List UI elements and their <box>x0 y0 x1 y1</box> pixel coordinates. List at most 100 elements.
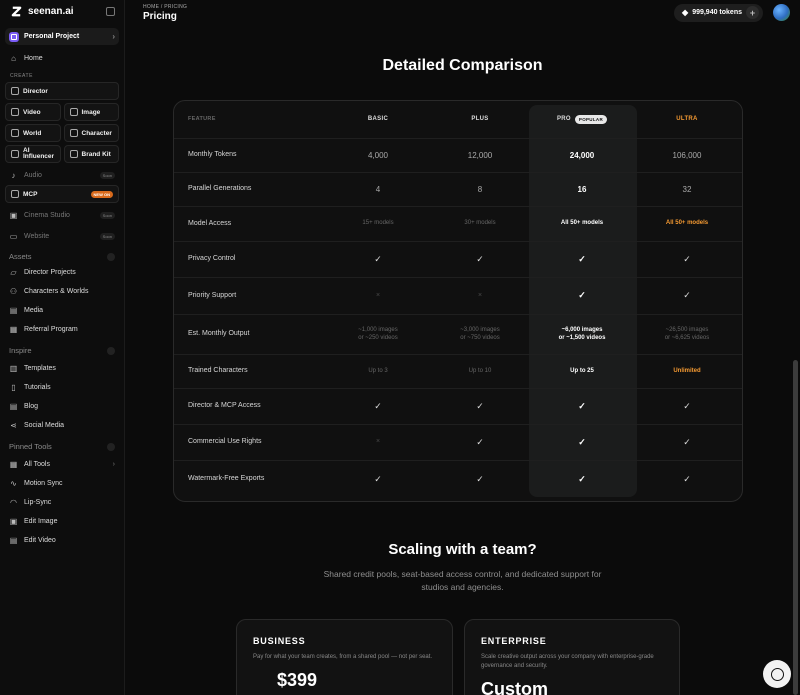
table-row: Watermark-Free Exports ✓ ✓ ✓ ✓ <box>174 461 742 498</box>
world-tile[interactable]: World <box>5 124 61 142</box>
sidebar-item-templates[interactable]: ▥ Templates <box>5 360 119 377</box>
table-row: Est. Monthly Output ~1,000 images or ~250… <box>174 315 742 355</box>
sidebar-item-characters-worlds[interactable]: ⚇ Characters & Worlds <box>5 283 119 300</box>
breadcrumb[interactable]: HOME / PRICING <box>143 4 187 10</box>
check-icon: ✓ <box>683 473 691 484</box>
brand-kit-tile[interactable]: Brand Kit <box>63 145 119 163</box>
plus-value: ~3,000 images or ~750 videos <box>430 315 530 354</box>
blog-icon: ▤ <box>9 402 18 411</box>
output-videos: or ~6,625 videos <box>664 334 710 341</box>
ai-influencer-tile[interactable]: AI Influencer <box>5 145 61 163</box>
plus-value: Up to 10 <box>468 367 492 374</box>
table-row: Privacy Control ✓ ✓ ✓ ✓ <box>174 242 742 278</box>
header-pro: PRO POPULAR <box>530 101 634 138</box>
sidebar-item-media[interactable]: ▤ Media <box>5 302 119 319</box>
sidebar-item-edit-image[interactable]: ▣ Edit Image <box>5 513 119 530</box>
sidebar-item-label: Edit Image <box>24 518 58 525</box>
feature-label: Watermark-Free Exports <box>188 475 265 483</box>
inspire-section[interactable]: Inspire <box>5 343 119 358</box>
cinema-icon: ▣ <box>9 211 18 220</box>
mcp-button[interactable]: MCP NEW ON <box>5 185 119 203</box>
page-heading: HOME / PRICING Pricing <box>143 4 187 22</box>
sidebar-item-label: Tutorials <box>24 384 51 391</box>
output-images: ~1,000 images <box>358 327 398 333</box>
collapse-sidebar-icon[interactable] <box>106 6 115 16</box>
business-card[interactable]: BUSINESS Pay for what your team creates,… <box>236 619 453 695</box>
users-icon: ⚇ <box>9 287 18 296</box>
character-tile[interactable]: Character <box>63 124 119 142</box>
token-balance[interactable]: ◆ 999,940 tokens + <box>674 3 763 22</box>
sidebar-item-label: Media <box>24 307 44 314</box>
app-root: seenan.ai Personal Project › ⌂ Home CREA… <box>0 0 800 695</box>
token-count: 999,940 tokens <box>692 9 742 16</box>
tile-label: MCP <box>23 190 38 198</box>
edit-video-icon: ▤ <box>9 536 18 545</box>
scrollbar-thumb[interactable] <box>793 360 798 695</box>
sidebar-item-blog[interactable]: ▤ Blog <box>5 398 119 415</box>
project-selector[interactable]: Personal Project › <box>5 28 119 45</box>
sidebar-item-label: Referral Program <box>24 326 78 333</box>
output-videos: or ~250 videos <box>358 334 398 341</box>
team-title: Scaling with a team? <box>388 541 537 558</box>
check-icon: ✓ <box>476 253 484 264</box>
sidebar-item-lip-sync[interactable]: ◠ Lip-Sync <box>5 494 119 511</box>
sidebar-item-director-projects[interactable]: ▱ Director Projects <box>5 264 119 281</box>
output-images: ~6,000 images <box>561 327 603 333</box>
check-icon: ✓ <box>476 436 484 447</box>
sidebar-item-referral[interactable]: ▦ Referral Program <box>5 321 119 338</box>
page-title: Pricing <box>143 10 177 22</box>
header-feature: FEATURE <box>188 116 216 123</box>
feature-label: Est. Monthly Output <box>188 330 250 338</box>
avatar[interactable] <box>773 4 790 21</box>
header-basic: BASIC <box>367 115 389 122</box>
plus-value: 30+ models <box>464 220 496 227</box>
account-area: ◆ 999,940 tokens + <box>674 3 790 22</box>
pinned-tools-section[interactable]: Pinned Tools <box>5 439 119 454</box>
brand-logo[interactable]: seenan.ai <box>9 4 74 18</box>
section-label: Assets <box>9 252 32 261</box>
sidebar-item-motion-sync[interactable]: ∿ Motion Sync <box>5 475 119 492</box>
check-icon: ✓ <box>578 290 586 301</box>
pro-value: All 50+ models <box>560 220 604 227</box>
image-tile[interactable]: Image <box>63 103 119 121</box>
sidebar-item-home[interactable]: ⌂ Home <box>5 50 119 67</box>
sidebar-item-tutorials[interactable]: ▯ Tutorials <box>5 379 119 396</box>
sidebar-item-audio[interactable]: ♪ Audio Soon <box>5 167 119 184</box>
sidebar-item-edit-video[interactable]: ▤ Edit Video <box>5 532 119 549</box>
check-icon: ✓ <box>578 473 586 484</box>
assets-section[interactable]: Assets <box>5 249 119 264</box>
sidebar-item-label: Home <box>24 55 43 62</box>
templates-icon: ▥ <box>9 364 18 373</box>
sidebar-item-label: Director Projects <box>24 269 76 276</box>
sidebar-item-label: Social Media <box>24 422 65 429</box>
enterprise-price: Custom <box>481 679 548 695</box>
basic-value: 4,000 <box>367 150 389 160</box>
sidebar-item-social-media[interactable]: ⋖ Social Media <box>5 417 119 434</box>
soon-badge: Soon <box>99 212 115 219</box>
sidebar-item-website[interactable]: ▭ Website Soon <box>5 228 119 245</box>
video-tile[interactable]: Video <box>5 103 61 121</box>
section-label: Pinned Tools <box>9 442 52 451</box>
ultra-value: 32 <box>682 184 692 194</box>
enterprise-card[interactable]: ENTERPRISE Scale creative output across … <box>464 619 680 695</box>
check-icon: ✓ <box>374 253 382 264</box>
gift-icon: ▦ <box>9 325 18 334</box>
project-name: Personal Project <box>24 33 80 40</box>
sidebar-item-cinema-studio[interactable]: ▣ Cinema Studio Soon <box>5 207 119 224</box>
sidebar-item-all-tools[interactable]: ▦ All Tools › <box>5 456 119 473</box>
director-button[interactable]: Director <box>5 82 119 100</box>
add-tokens-button[interactable]: + <box>746 6 759 19</box>
sidebar-item-label: Motion Sync <box>24 480 63 487</box>
sidebar-item-label: Characters & Worlds <box>24 288 89 295</box>
sidebar-item-label: All Tools <box>24 461 50 468</box>
cross-icon: × <box>375 291 381 299</box>
character-icon <box>69 129 78 137</box>
check-icon: ✓ <box>476 473 484 484</box>
team-subtitle: Shared credit pools, seat-based access c… <box>323 569 602 593</box>
sidebar-item-label: Templates <box>24 365 56 372</box>
tile-label: AI Influencer <box>23 146 55 160</box>
check-icon: ✓ <box>476 400 484 411</box>
comparison-table: FEATURE BASIC PLUS PRO POPULAR ULTRA Mont… <box>173 100 743 502</box>
table-row: Director & MCP Access ✓ ✓ ✓ ✓ <box>174 389 742 425</box>
chat-support-button[interactable] <box>763 660 791 688</box>
